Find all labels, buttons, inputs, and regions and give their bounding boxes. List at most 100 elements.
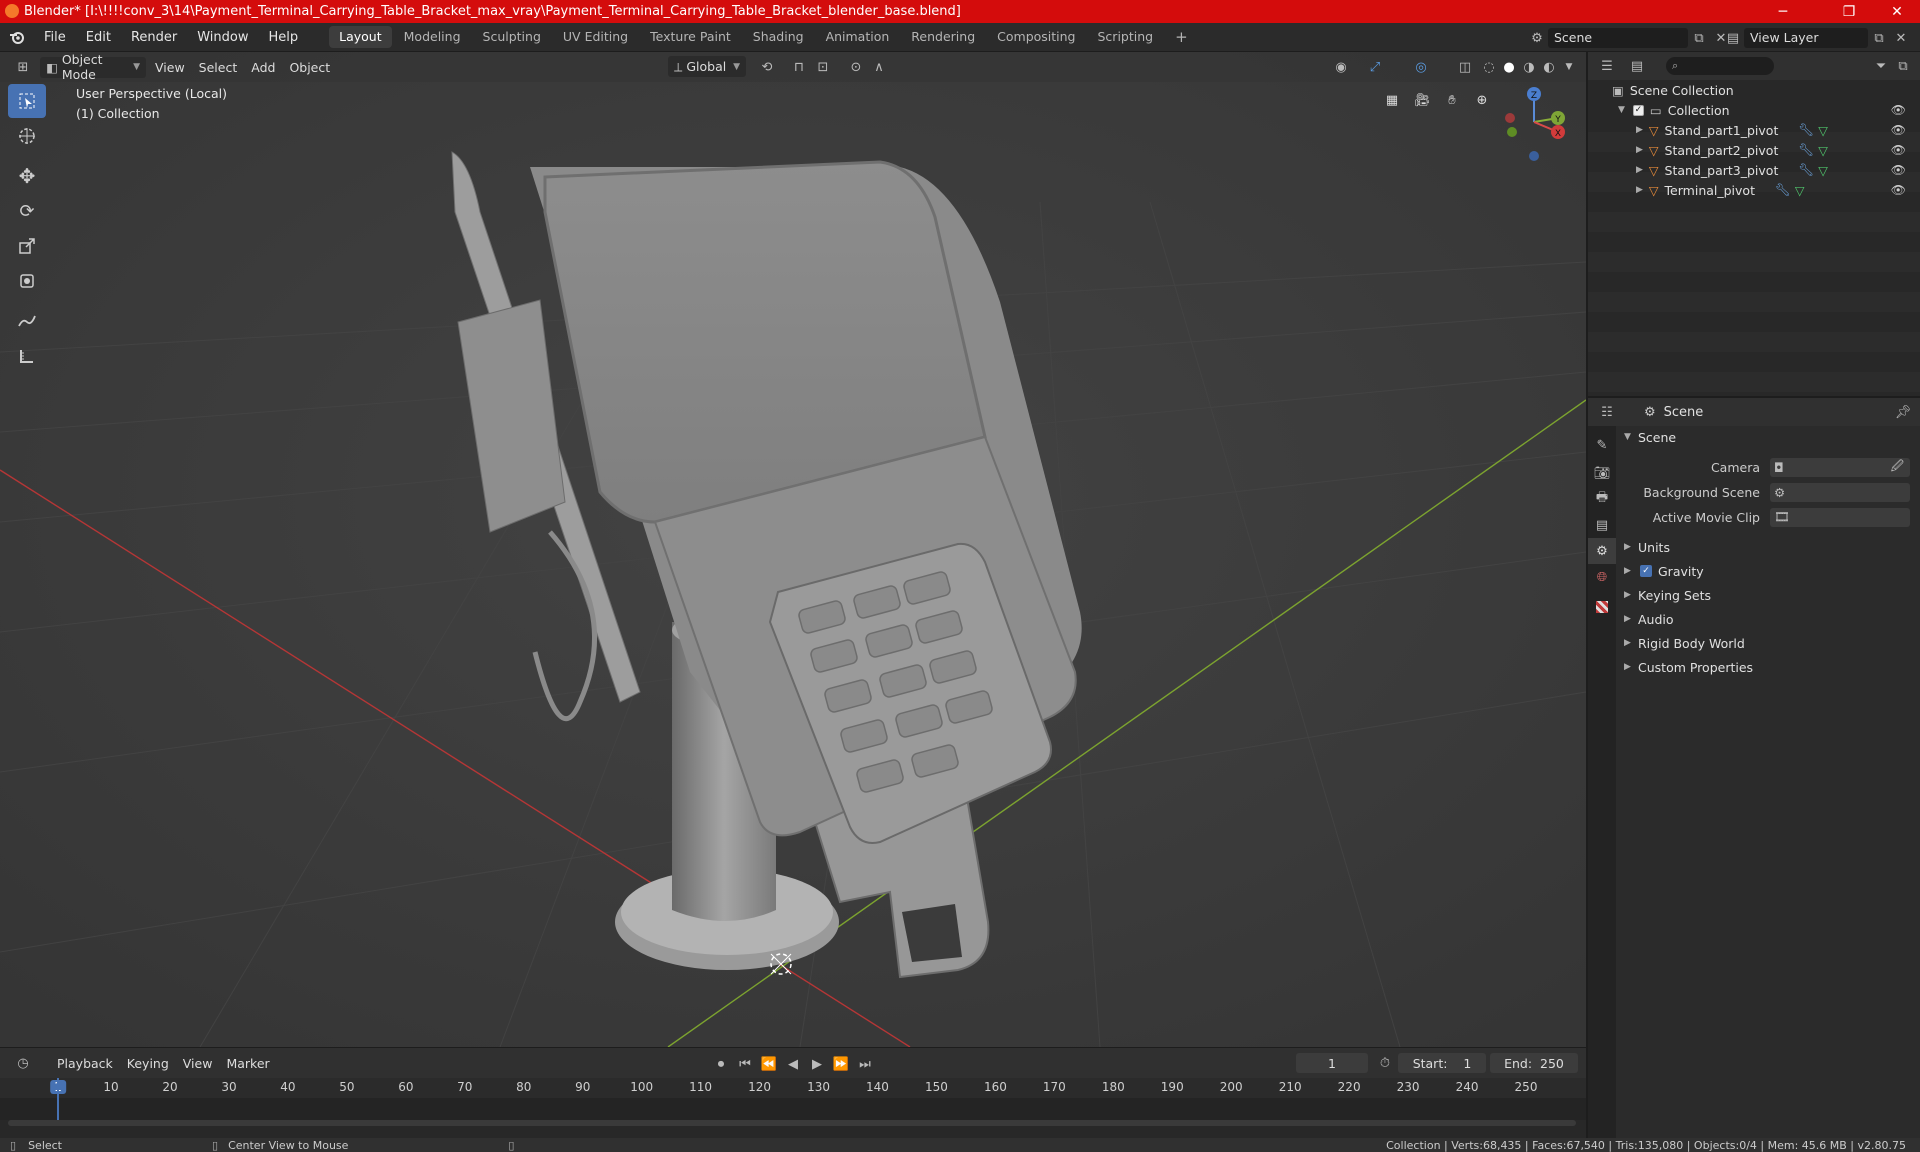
xray-toggle-icon[interactable]: ◫: [1454, 56, 1476, 78]
falloff-icon[interactable]: ∧: [868, 56, 890, 78]
filter-icon[interactable]: ⏷: [1870, 55, 1892, 77]
shading-options-icon[interactable]: ▼: [1558, 56, 1580, 78]
solid-shading-icon[interactable]: ●: [1498, 56, 1520, 78]
end-frame-field[interactable]: End: 250: [1490, 1053, 1578, 1073]
transform-orientation-dropdown[interactable]: ⟂ Global ▼: [668, 56, 746, 77]
output-tab-icon[interactable]: 🖶︎: [1588, 486, 1616, 512]
transform-tool[interactable]: [8, 264, 46, 298]
mode-dropdown[interactable]: ◧ Object Mode ▼: [40, 52, 146, 82]
mesh-data-icon[interactable]: ▽: [1818, 163, 1828, 178]
viewport-menu-view[interactable]: View: [148, 57, 192, 78]
new-collection-icon[interactable]: ⧉: [1892, 55, 1914, 77]
active-movie-clip-field[interactable]: 🎞︎: [1770, 507, 1910, 527]
world-tab-icon[interactable]: 🌐︎: [1588, 564, 1616, 590]
blender-menu-icon[interactable]: [0, 30, 34, 44]
overlay-toggle-icon[interactable]: ◎: [1410, 56, 1432, 78]
start-frame-field[interactable]: Start: 1: [1398, 1053, 1486, 1073]
modifier-wrench-icon[interactable]: 🔧︎: [1798, 162, 1814, 178]
menu-file[interactable]: File: [34, 23, 76, 52]
collection-row[interactable]: ▼ ✓ ▭ Collection 👁︎: [1588, 100, 1920, 120]
minimize-button[interactable]: ─: [1760, 0, 1806, 23]
properties-editor-type-icon[interactable]: ☷: [1596, 401, 1618, 423]
pin-icon[interactable]: 📌︎: [1892, 401, 1914, 423]
modifier-wrench-icon[interactable]: 🔧︎: [1798, 142, 1814, 158]
tab-layout[interactable]: Layout: [329, 26, 392, 48]
timeline-menu-keying[interactable]: Keying: [120, 1053, 176, 1074]
play-reverse-icon[interactable]: ◀: [782, 1053, 804, 1075]
expand-arrow-icon[interactable]: ▶: [1636, 185, 1643, 195]
mesh-data-icon[interactable]: ▽: [1818, 143, 1828, 158]
new-view-layer-icon[interactable]: ⧉: [1868, 27, 1890, 49]
current-frame-field[interactable]: 1: [1296, 1053, 1368, 1073]
timeline-ruler[interactable]: 1102030405060708090100110120130140150160…: [0, 1078, 1586, 1098]
annotate-tool[interactable]: [8, 304, 46, 338]
camera-field[interactable]: ◘ 🖉︎: [1770, 457, 1910, 478]
tab-compositing[interactable]: Compositing: [987, 26, 1085, 48]
jump-start-icon[interactable]: ⏮: [734, 1053, 756, 1075]
timeline-editor-type-icon[interactable]: ◷: [12, 1052, 34, 1074]
modifier-wrench-icon[interactable]: 🔧︎: [1775, 182, 1791, 198]
eyedropper-icon[interactable]: 🖉︎: [1891, 457, 1904, 478]
scene-section-header[interactable]: ▼ Scene: [1616, 426, 1920, 448]
tab-scripting[interactable]: Scripting: [1088, 26, 1164, 48]
3d-viewport[interactable]: [0, 52, 1586, 1047]
expand-arrow-icon[interactable]: ▶: [1636, 125, 1643, 135]
editor-type-icon[interactable]: ⊞: [12, 56, 34, 78]
outliner-item-terminal[interactable]: ▶ ▽ Terminal_pivot 🔧︎ ▽ 👁︎: [1588, 180, 1920, 200]
eye-icon[interactable]: 👁︎: [1891, 183, 1906, 197]
tool-tab-icon[interactable]: ✎: [1588, 430, 1616, 460]
menu-help[interactable]: Help: [259, 23, 309, 52]
rigid-body-world-panel-header[interactable]: ▶ Rigid Body World: [1616, 632, 1920, 654]
timeline-menu-marker[interactable]: Marker: [219, 1053, 276, 1074]
gravity-checkbox[interactable]: ✓: [1640, 565, 1652, 577]
move-tool[interactable]: ✥: [8, 159, 46, 193]
add-workspace-button[interactable]: +: [1165, 26, 1198, 48]
outliner-editor-type-icon[interactable]: ☰: [1596, 55, 1618, 77]
timeline-scrollbar[interactable]: [8, 1120, 1576, 1126]
delete-view-layer-icon[interactable]: ✕: [1890, 27, 1912, 49]
menu-edit[interactable]: Edit: [76, 23, 121, 52]
grid-view-icon[interactable]: ▦: [1378, 86, 1406, 114]
pan-hand-icon[interactable]: ✋︎: [1438, 86, 1466, 114]
record-icon[interactable]: ⏺: [710, 1053, 732, 1075]
render-tab-icon[interactable]: 📷︎: [1588, 460, 1616, 486]
view-layer-selector[interactable]: ▤ View Layer ⧉ ✕: [1722, 27, 1912, 49]
pivot-point-icon[interactable]: ⟲: [756, 56, 778, 78]
zoom-icon[interactable]: ⊕: [1468, 86, 1496, 114]
eye-icon[interactable]: 👁︎: [1891, 143, 1906, 157]
timeline-menu-playback[interactable]: Playback: [50, 1053, 120, 1074]
scene-selector[interactable]: ⚙ Scene ⧉ ✕: [1526, 27, 1732, 49]
select-box-tool[interactable]: [8, 84, 46, 118]
measure-tool[interactable]: [8, 339, 46, 373]
outliner-item-stand-part1[interactable]: ▶ ▽ Stand_part1_pivot 🔧︎ ▽ 👁︎: [1588, 120, 1920, 140]
scale-tool[interactable]: [8, 229, 46, 263]
tab-sculpting[interactable]: Sculpting: [473, 26, 551, 48]
cursor-tool[interactable]: [8, 119, 46, 153]
expand-arrow-icon[interactable]: ▶: [1636, 145, 1643, 155]
timeline-menu-view[interactable]: View: [176, 1053, 220, 1074]
stopwatch-icon[interactable]: ⏱: [1374, 1052, 1396, 1074]
menu-window[interactable]: Window: [187, 23, 258, 52]
modifier-wrench-icon[interactable]: 🔧︎: [1798, 122, 1814, 138]
tab-rendering[interactable]: Rendering: [901, 26, 985, 48]
menu-render[interactable]: Render: [121, 23, 187, 52]
background-scene-field[interactable]: ⚙: [1770, 482, 1910, 502]
close-window-button[interactable]: ✕: [1874, 0, 1920, 23]
jump-end-icon[interactable]: ⏭: [854, 1053, 876, 1075]
viewport-menu-add[interactable]: Add: [244, 57, 282, 78]
timeline-track[interactable]: [0, 1078, 1586, 1120]
snap-target-icon[interactable]: ⊡: [812, 56, 834, 78]
scene-tab-icon[interactable]: ⚙: [1588, 538, 1616, 564]
mesh-data-icon[interactable]: ▽: [1818, 123, 1828, 138]
keying-sets-panel-header[interactable]: ▶ Keying Sets: [1616, 584, 1920, 606]
prev-keyframe-icon[interactable]: ⏪: [758, 1053, 780, 1075]
play-icon[interactable]: ▶: [806, 1053, 828, 1075]
tab-animation[interactable]: Animation: [816, 26, 900, 48]
eye-icon[interactable]: 👁︎: [1891, 123, 1906, 137]
tab-shading[interactable]: Shading: [743, 26, 814, 48]
viewport-menu-object[interactable]: Object: [282, 57, 337, 78]
expand-arrow-icon[interactable]: ▶: [1636, 165, 1643, 175]
proportional-editing-icon[interactable]: ⊙: [845, 56, 867, 78]
wireframe-shading-icon[interactable]: ◌: [1478, 56, 1500, 78]
snap-icon[interactable]: ⊓: [788, 56, 810, 78]
